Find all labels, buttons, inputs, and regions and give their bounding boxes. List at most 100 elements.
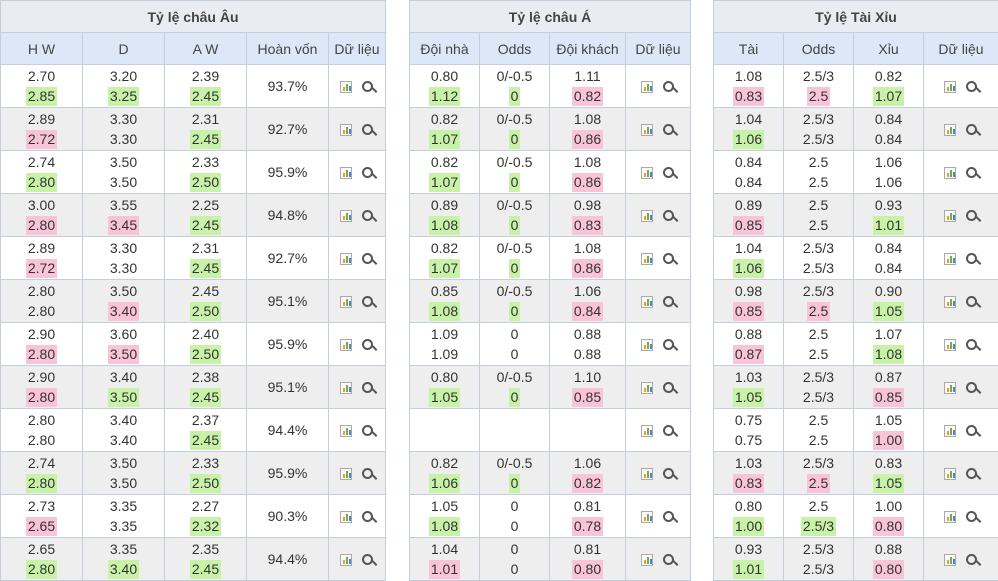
bar-chart-icon[interactable] — [944, 167, 956, 179]
bar-chart-icon[interactable] — [340, 296, 352, 308]
odds-cell: 2.352.45 — [165, 538, 247, 581]
bar-chart-icon[interactable] — [340, 124, 352, 136]
bar-chart-icon[interactable] — [641, 339, 653, 351]
table-row: 1.031.052.5/32.5/30.870.85 — [714, 366, 998, 409]
bar-chart-icon[interactable] — [641, 554, 653, 566]
bar-chart-icon[interactable] — [944, 511, 956, 523]
search-icon[interactable] — [663, 468, 675, 480]
search-icon[interactable] — [966, 210, 978, 222]
opening-odds: 2.5/3 — [784, 539, 853, 559]
bar-chart-icon[interactable] — [641, 468, 653, 480]
opening-odds: 2.40 — [165, 324, 246, 344]
bar-chart-icon[interactable] — [340, 554, 352, 566]
bar-chart-icon[interactable] — [340, 382, 352, 394]
bar-chart-icon[interactable] — [944, 339, 956, 351]
bar-chart-icon[interactable] — [340, 81, 352, 93]
search-icon[interactable] — [362, 124, 374, 136]
search-icon[interactable] — [966, 511, 978, 523]
search-icon[interactable] — [966, 167, 978, 179]
search-icon[interactable] — [362, 511, 374, 523]
bar-chart-icon[interactable] — [340, 210, 352, 222]
search-icon[interactable] — [663, 511, 675, 523]
data-links-cell — [329, 237, 386, 280]
bar-chart-icon[interactable] — [944, 425, 956, 437]
bar-chart-icon[interactable] — [641, 382, 653, 394]
odds-cell: 0.931.01 — [854, 194, 924, 237]
current-odds: 2.65 — [1, 516, 82, 536]
bar-chart-icon[interactable] — [340, 339, 352, 351]
search-icon[interactable] — [663, 81, 675, 93]
odds-value: 0.82 — [873, 67, 904, 86]
bar-chart-icon[interactable] — [641, 81, 653, 93]
bar-chart-icon[interactable] — [641, 124, 653, 136]
odds-value: 2.89 — [26, 110, 57, 129]
bar-chart-icon[interactable] — [944, 210, 956, 222]
search-icon[interactable] — [966, 554, 978, 566]
bar-chart-icon[interactable] — [641, 511, 653, 523]
odds-cell — [550, 409, 626, 452]
odds-cell: 00 — [480, 538, 550, 581]
search-icon[interactable] — [966, 382, 978, 394]
bar-chart-icon[interactable] — [340, 425, 352, 437]
odds-value-increase: 0 — [509, 474, 521, 493]
bar-chart-icon[interactable] — [944, 382, 956, 394]
bar-chart-icon[interactable] — [944, 554, 956, 566]
odds-cell: 2.5/32.5/3 — [784, 538, 854, 581]
odds-cell: 2.802.80 — [1, 409, 83, 452]
search-icon[interactable] — [362, 425, 374, 437]
search-icon[interactable] — [663, 339, 675, 351]
bar-chart-icon[interactable] — [944, 296, 956, 308]
opening-odds: 0.83 — [854, 453, 923, 473]
search-icon[interactable] — [966, 296, 978, 308]
search-icon[interactable] — [663, 425, 675, 437]
opening-odds: 0/-0.5 — [480, 195, 549, 215]
search-icon[interactable] — [362, 253, 374, 265]
opening-odds: 0/-0.5 — [480, 367, 549, 387]
search-icon[interactable] — [966, 339, 978, 351]
bar-chart-icon[interactable] — [340, 468, 352, 480]
bar-chart-icon[interactable] — [641, 210, 653, 222]
search-icon[interactable] — [362, 554, 374, 566]
search-icon[interactable] — [362, 382, 374, 394]
bar-chart-icon[interactable] — [944, 81, 956, 93]
odds-cell: 2.902.80 — [1, 366, 83, 409]
odds-value: 0.85 — [429, 282, 460, 301]
current-odds: 0.86 — [550, 172, 625, 192]
opening-odds: 2.5/3 — [784, 66, 853, 86]
search-icon[interactable] — [362, 210, 374, 222]
odds-value: 1.05 — [873, 411, 904, 430]
search-icon[interactable] — [966, 253, 978, 265]
bar-chart-icon[interactable] — [340, 167, 352, 179]
odds-cell: 3.553.45 — [83, 194, 165, 237]
bar-chart-icon[interactable] — [641, 253, 653, 265]
odds-value: 2.5 — [807, 153, 830, 172]
search-icon[interactable] — [966, 468, 978, 480]
search-icon[interactable] — [966, 81, 978, 93]
search-icon[interactable] — [362, 296, 374, 308]
search-icon[interactable] — [966, 425, 978, 437]
search-icon[interactable] — [663, 253, 675, 265]
search-icon[interactable] — [966, 124, 978, 136]
search-icon[interactable] — [362, 339, 374, 351]
search-icon[interactable] — [663, 554, 675, 566]
opening-odds: 0.82 — [410, 238, 479, 258]
search-icon[interactable] — [362, 167, 374, 179]
search-icon[interactable] — [663, 382, 675, 394]
search-icon[interactable] — [663, 210, 675, 222]
bar-chart-icon[interactable] — [641, 296, 653, 308]
bar-chart-icon[interactable] — [944, 468, 956, 480]
search-icon[interactable] — [663, 124, 675, 136]
bar-chart-icon[interactable] — [641, 425, 653, 437]
bar-chart-icon[interactable] — [944, 124, 956, 136]
search-icon[interactable] — [362, 81, 374, 93]
bar-chart-icon[interactable] — [340, 253, 352, 265]
bar-chart-icon[interactable] — [944, 253, 956, 265]
search-icon[interactable] — [663, 167, 675, 179]
return-rate-cell: 92.7% — [247, 237, 329, 280]
bar-chart-icon[interactable] — [641, 167, 653, 179]
current-odds: 3.50 — [83, 387, 164, 407]
search-icon[interactable] — [663, 296, 675, 308]
data-links-cell — [329, 194, 386, 237]
search-icon[interactable] — [362, 468, 374, 480]
bar-chart-icon[interactable] — [340, 511, 352, 523]
